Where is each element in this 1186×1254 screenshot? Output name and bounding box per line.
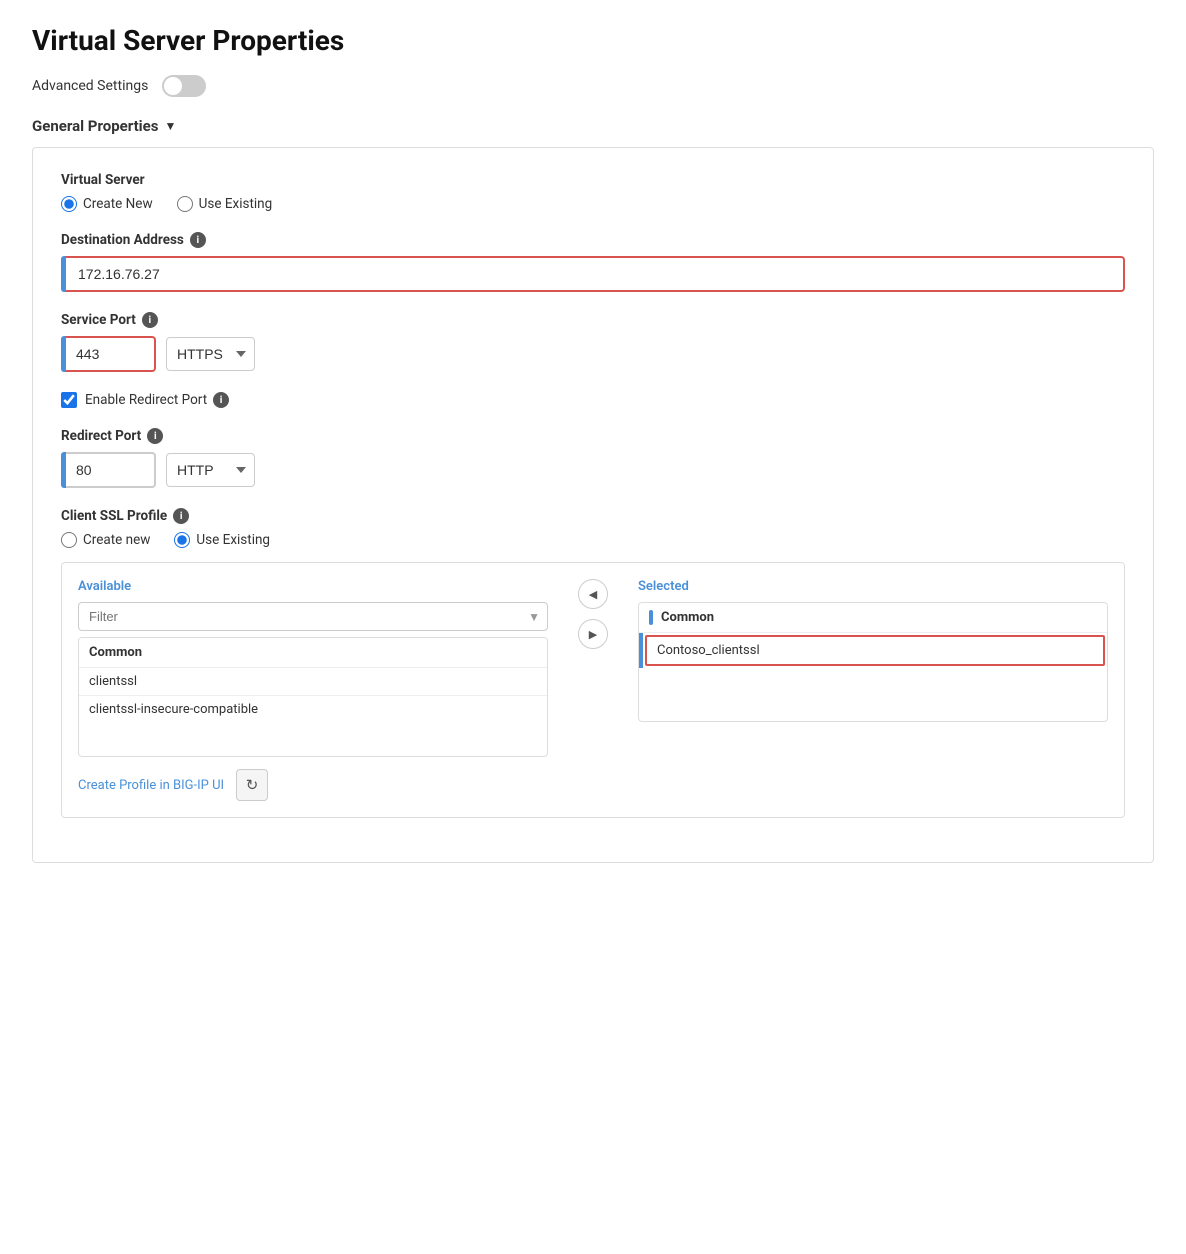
filter-input[interactable]: [78, 602, 548, 631]
use-existing-radio-text: Use Existing: [199, 196, 273, 212]
service-port-protocol-select[interactable]: HTTPS HTTP FTP SMTP OTHER: [166, 337, 255, 371]
ssl-create-new-radio-text: Create new: [83, 532, 150, 548]
client-ssl-profile-label: Client SSL Profile i: [61, 508, 1125, 524]
use-existing-radio-label[interactable]: Use Existing: [177, 196, 273, 212]
ssl-columns: Available ▼ Common clientssl clientssl-i…: [78, 579, 1108, 757]
available-group-header-common: Common: [79, 638, 547, 668]
refresh-icon: ↻: [246, 776, 259, 794]
virtual-server-radio-group: Create New Use Existing: [61, 196, 1125, 212]
create-new-radio[interactable]: [61, 196, 77, 212]
redirect-port-row: HTTP HTTPS FTP OTHER: [61, 452, 1125, 488]
chevron-down-icon: ▼: [164, 119, 176, 133]
advanced-settings-row: Advanced Settings: [32, 75, 1154, 97]
redirect-port-input-wrapper: [61, 452, 156, 488]
advanced-settings-toggle[interactable]: [162, 75, 206, 97]
list-item-clientssl-insecure[interactable]: clientssl-insecure-compatible: [79, 696, 547, 723]
ssl-use-existing-radio-text: Use Existing: [196, 532, 270, 548]
client-ssl-info-icon: i: [173, 508, 189, 524]
ssl-footer: Create Profile in BIG-IP UI ↻: [78, 769, 1108, 801]
move-left-button[interactable]: ◀: [578, 579, 608, 609]
destination-address-input[interactable]: [66, 256, 1125, 292]
general-properties-header[interactable]: General Properties ▼: [32, 117, 1154, 135]
selected-item-contoso[interactable]: Contoso_clientssl: [639, 633, 1107, 668]
page-title: Virtual Server Properties: [32, 24, 1154, 57]
enable-redirect-checkbox-row[interactable]: Enable Redirect Port i: [61, 392, 1125, 408]
enable-redirect-info-icon: i: [213, 392, 229, 408]
service-port-label: Service Port i: [61, 312, 1125, 328]
selected-group-blue-bar: [649, 610, 653, 625]
destination-address-input-wrapper: [61, 256, 1125, 292]
general-properties-card: Virtual Server Create New Use Existing D…: [32, 147, 1154, 863]
service-port-info-icon: i: [142, 312, 158, 328]
redirect-port-label: Redirect Port i: [61, 428, 1125, 444]
enable-redirect-checkbox[interactable]: [61, 392, 77, 408]
create-new-radio-label[interactable]: Create New: [61, 196, 153, 212]
ssl-selected-label: Selected: [638, 579, 1108, 594]
ssl-use-existing-radio[interactable]: [174, 532, 190, 548]
service-port-group: Service Port i HTTPS HTTP FTP SMTP OTHER: [61, 312, 1125, 372]
selected-group-header-common: Common: [639, 603, 1107, 633]
ssl-selected-col: Selected Common Contoso_clientssl: [638, 579, 1108, 722]
destination-address-info-icon: i: [190, 232, 206, 248]
selected-list-box: Common Contoso_clientssl: [638, 602, 1108, 722]
selected-group-name: Common: [661, 610, 714, 625]
ssl-available-col: Available ▼ Common clientssl clientssl-i…: [78, 579, 548, 757]
advanced-settings-label: Advanced Settings: [32, 78, 148, 94]
redirect-port-group: Redirect Port i HTTP HTTPS FTP OTHER: [61, 428, 1125, 488]
create-profile-link[interactable]: Create Profile in BIG-IP UI: [78, 778, 224, 793]
ssl-create-new-radio[interactable]: [61, 532, 77, 548]
virtual-server-label: Virtual Server: [61, 172, 1125, 188]
filter-input-wrapper: ▼: [78, 602, 548, 631]
redirect-port-info-icon: i: [147, 428, 163, 444]
available-list-scroll[interactable]: clientssl clientssl-insecure-compatible: [79, 668, 547, 723]
ssl-use-existing-radio-label[interactable]: Use Existing: [174, 532, 270, 548]
client-ssl-radio-group: Create new Use Existing: [61, 532, 1125, 548]
destination-address-label: Destination Address i: [61, 232, 1125, 248]
redirect-port-input[interactable]: [66, 452, 156, 488]
available-list-box: Common clientssl clientssl-insecure-comp…: [78, 637, 548, 757]
ssl-available-label: Available: [78, 579, 548, 594]
service-port-input-wrapper: [61, 336, 156, 372]
filter-icon: ▼: [528, 610, 540, 624]
general-properties-label: General Properties: [32, 117, 158, 135]
ssl-create-new-radio-label[interactable]: Create new: [61, 532, 150, 548]
redirect-port-protocol-select[interactable]: HTTP HTTPS FTP OTHER: [166, 453, 255, 487]
list-item-clientssl[interactable]: clientssl: [79, 668, 547, 696]
move-right-button[interactable]: ▶: [578, 619, 608, 649]
ssl-panel: Available ▼ Common clientssl clientssl-i…: [61, 562, 1125, 818]
virtual-server-group: Virtual Server Create New Use Existing: [61, 172, 1125, 212]
service-port-row: HTTPS HTTP FTP SMTP OTHER: [61, 336, 1125, 372]
create-new-radio-text: Create New: [83, 196, 153, 212]
refresh-button[interactable]: ↻: [236, 769, 268, 801]
arrow-buttons: ◀ ▶: [568, 579, 618, 649]
client-ssl-profile-group: Client SSL Profile i Create new Use Exis…: [61, 508, 1125, 818]
service-port-input[interactable]: [66, 336, 156, 372]
selected-item-text: Contoso_clientssl: [645, 635, 1105, 666]
enable-redirect-label: Enable Redirect Port i: [85, 392, 229, 408]
destination-address-group: Destination Address i: [61, 232, 1125, 292]
selected-item-bar: [639, 633, 643, 668]
use-existing-radio[interactable]: [177, 196, 193, 212]
